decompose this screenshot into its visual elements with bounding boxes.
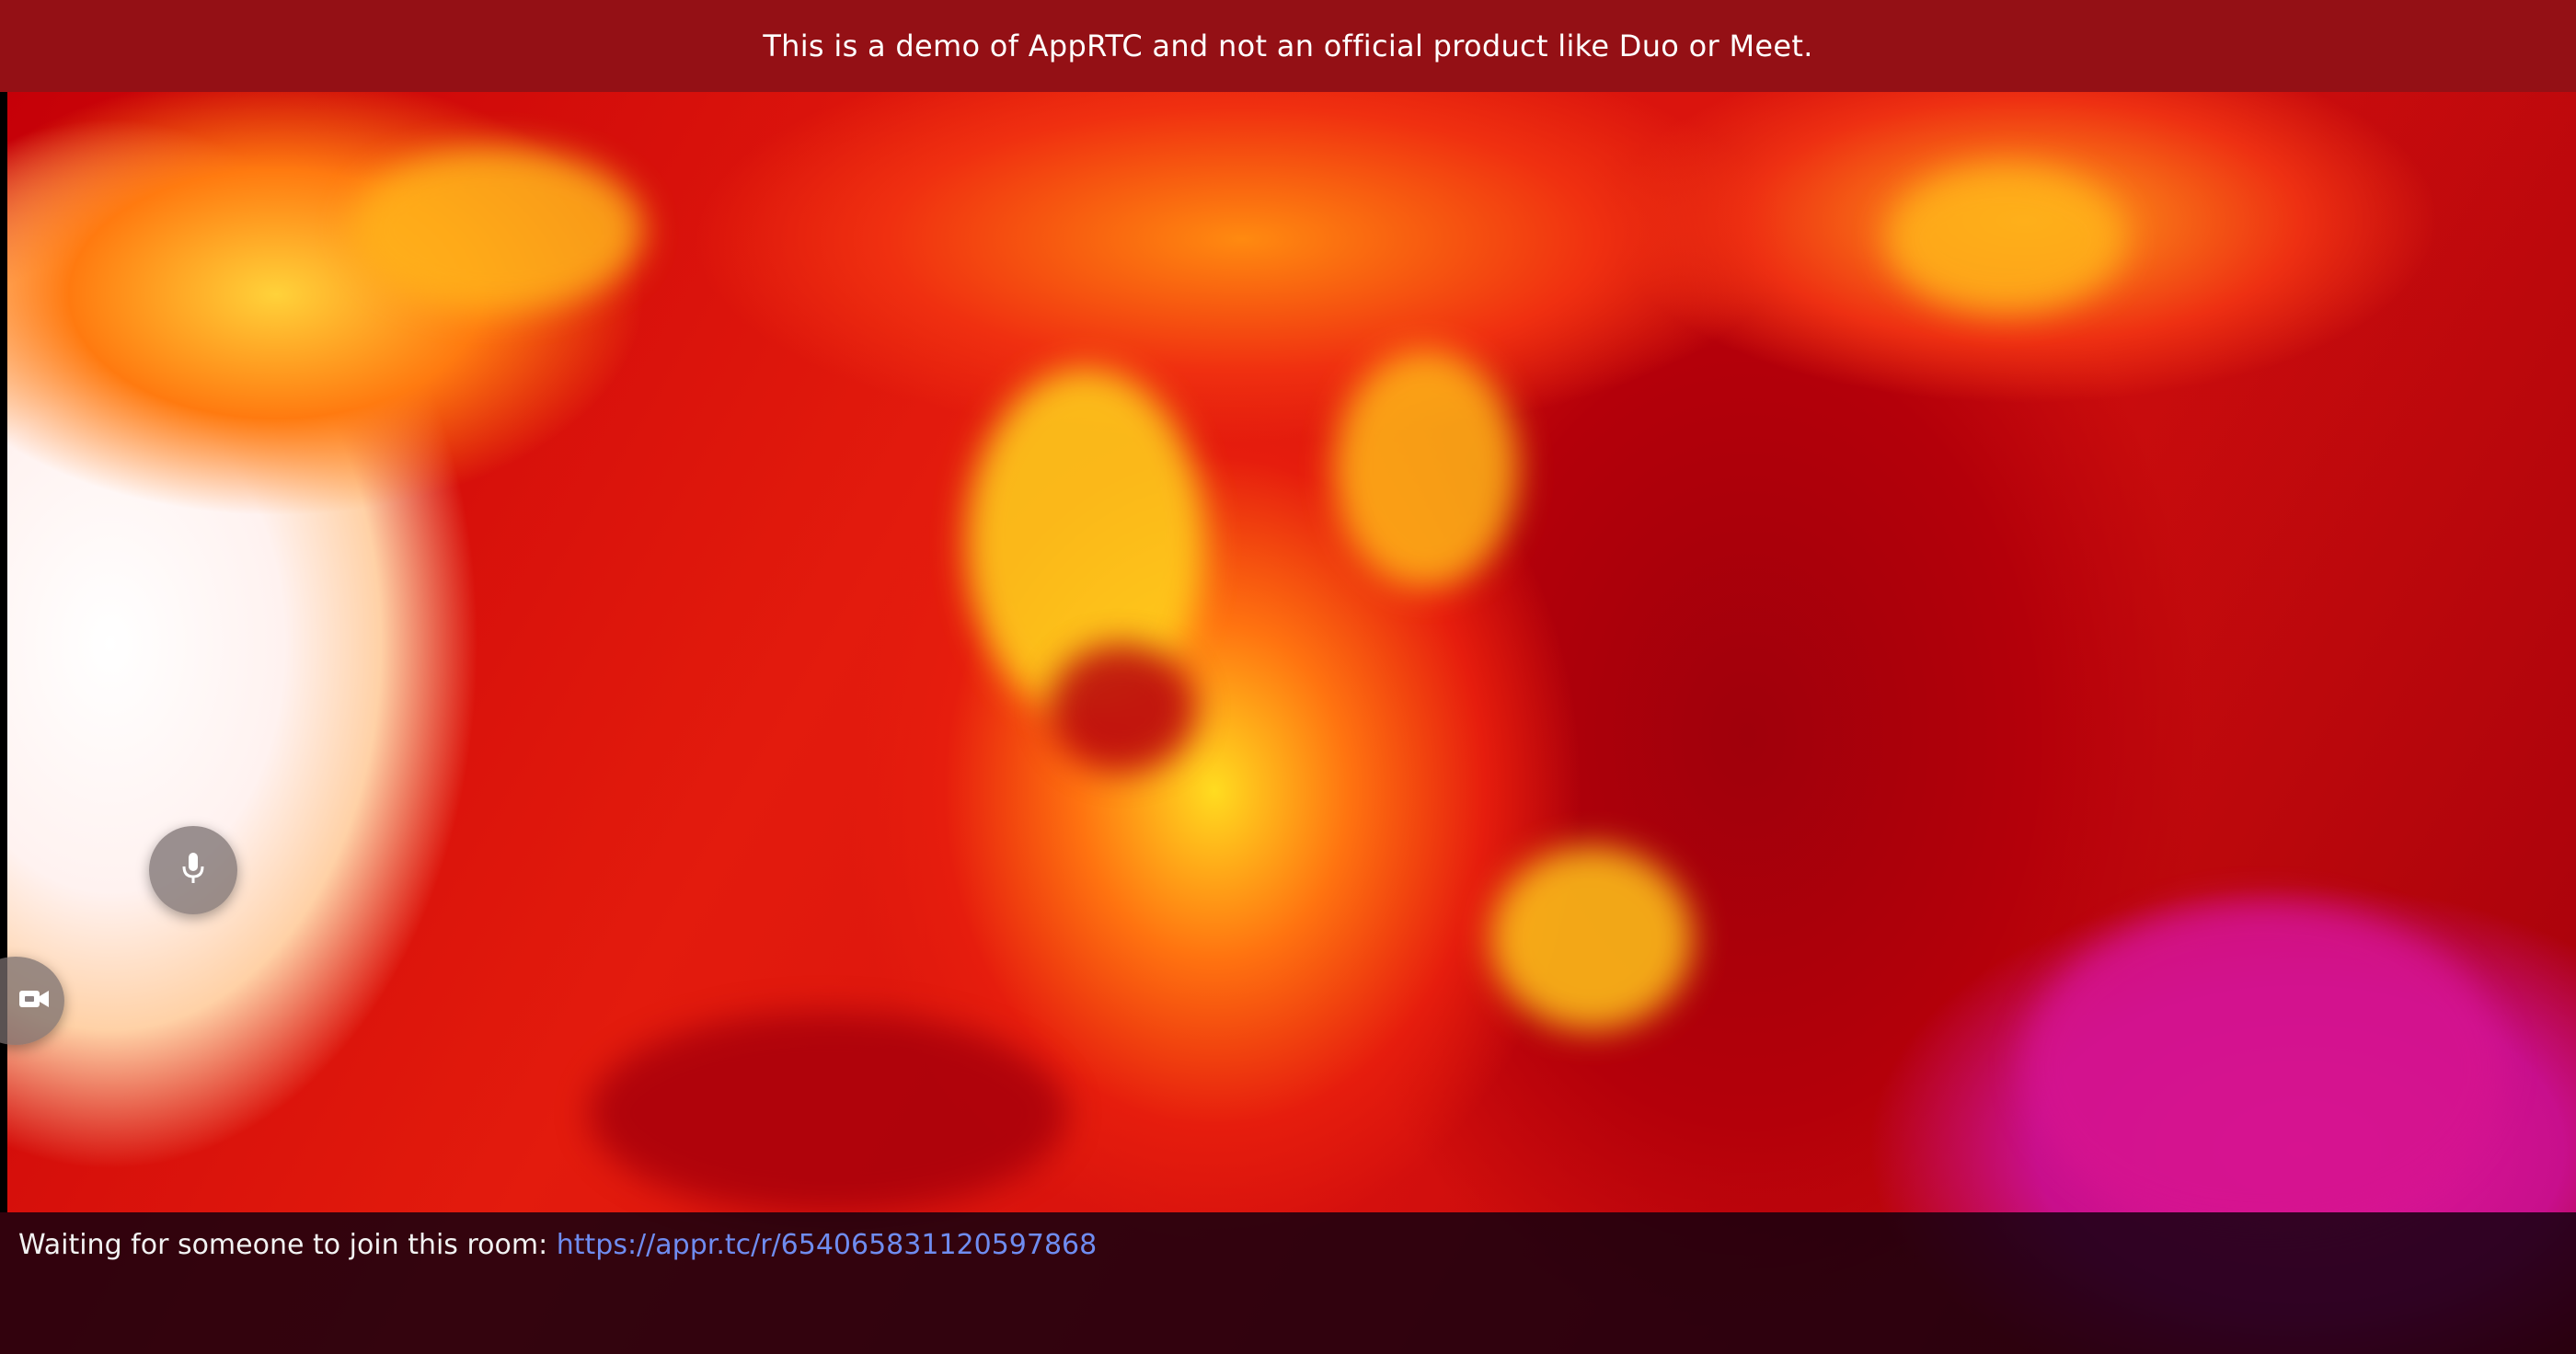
local-video <box>0 92 2576 1354</box>
video-left-edge <box>0 92 7 1212</box>
waiting-text: Waiting for someone to join this room: <box>18 1229 557 1261</box>
demo-banner-text: This is a demo of AppRTC and not an offi… <box>763 29 1813 63</box>
waiting-message: Waiting for someone to join this room: h… <box>18 1229 1097 1261</box>
video-camera-icon <box>18 987 50 1015</box>
microphone-icon <box>179 851 207 889</box>
room-link[interactable]: https://appr.tc/r/654065831120597868 <box>557 1229 1098 1261</box>
demo-banner: This is a demo of AppRTC and not an offi… <box>0 0 2576 92</box>
mute-audio-button[interactable] <box>149 826 237 914</box>
status-bar: Waiting for someone to join this room: h… <box>0 1212 2576 1354</box>
